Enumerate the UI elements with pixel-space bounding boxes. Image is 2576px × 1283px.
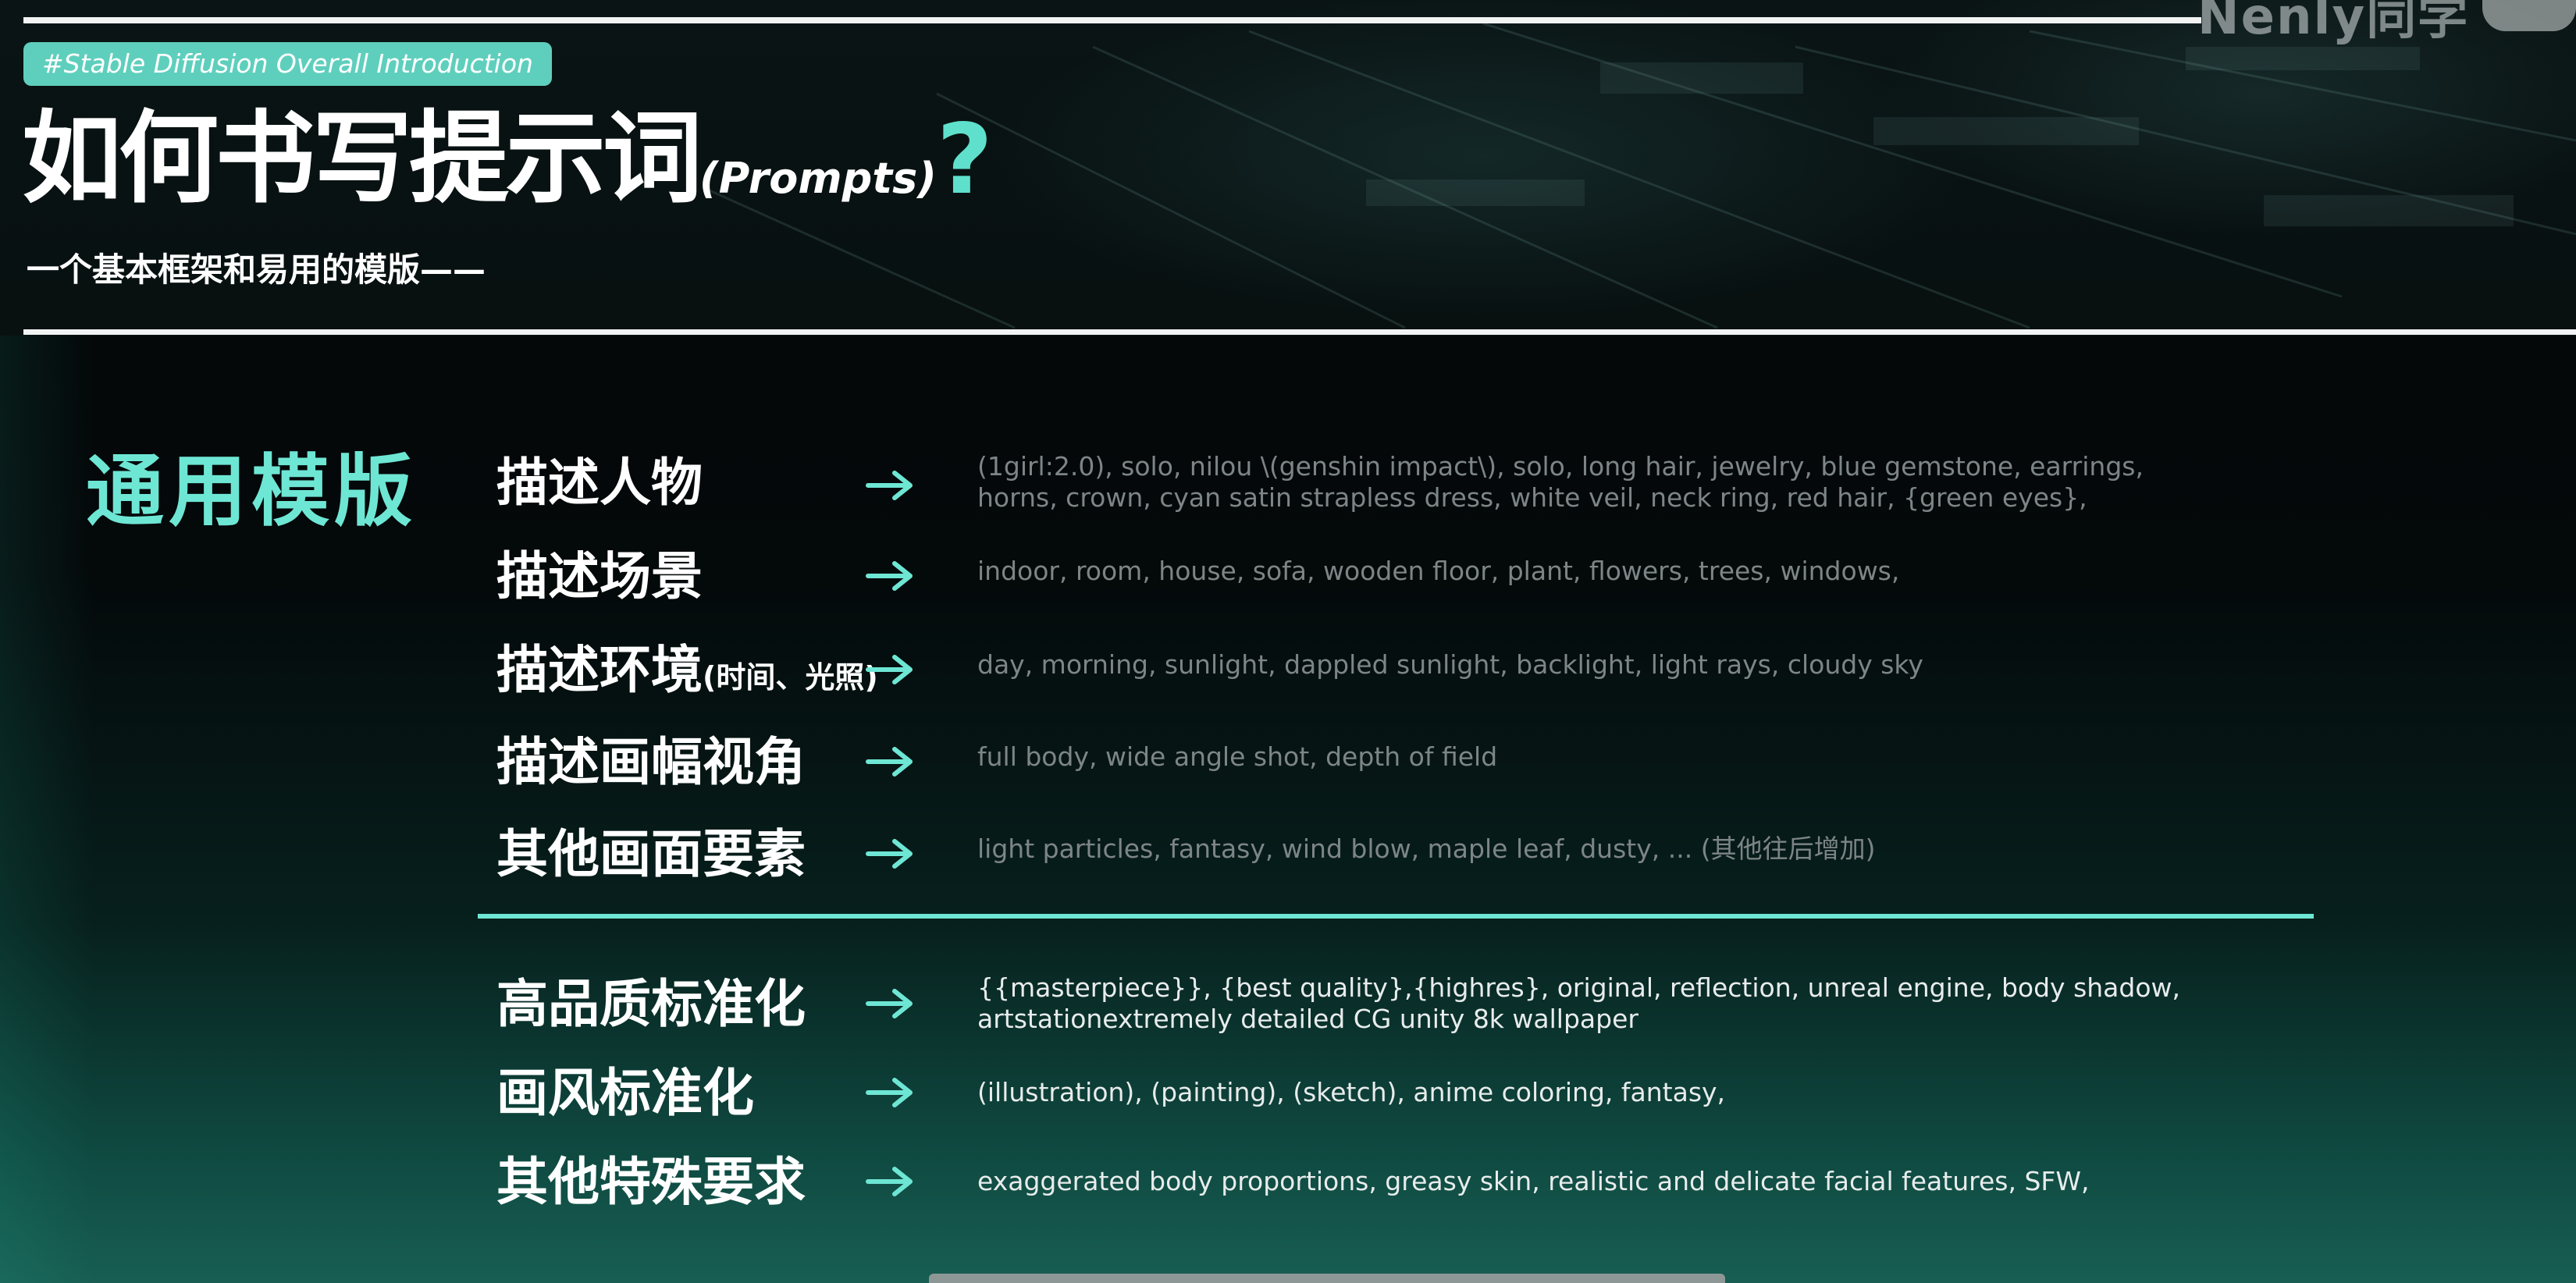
page-subtitle: 一个基本框架和易用的模版——: [27, 251, 486, 289]
title-main: 如何书写提示词: [22, 101, 703, 217]
row-prompt-text: full body, wide angle shot, depth of fie…: [977, 741, 2195, 773]
row-prompt-text: day, morning, sunlight, dappled sunlight…: [977, 649, 2195, 681]
row-label-text: 描述环境: [496, 640, 703, 700]
row-label: 描述环境(时间、光照): [496, 645, 878, 696]
arrow-right-icon: [866, 989, 913, 1018]
prompt-line: day, morning, sunlight, dappled sunlight…: [977, 649, 1923, 680]
prompt-line: (1girl:2.0), solo, nilou \(genshin impac…: [977, 451, 2144, 482]
row-prompt-text: indoor, room, house, sofa, wooden floor,…: [977, 556, 2195, 587]
row-label: 描述人物: [496, 457, 703, 509]
section-title: 通用模版: [86, 446, 417, 537]
arrow-right-icon: [866, 471, 913, 500]
section-divider: [478, 914, 2314, 919]
arrow-right-icon: [866, 655, 913, 684]
prompt-line: artstationextremely detailed CG unity 8k…: [977, 1004, 1638, 1034]
row-label-text: 描述场景: [496, 546, 703, 606]
prompt-line: indoor, room, house, sofa, wooden floor,…: [977, 556, 1900, 586]
arrow-right-icon: [866, 1078, 913, 1107]
arrow-right-icon: [866, 747, 913, 777]
watermark-text: Nenly同学: [2197, 0, 2470, 46]
row-label: 高品质标准化: [496, 979, 806, 1030]
prompt-line: light particles, fantasy, wind blow, map…: [977, 833, 1876, 864]
prompt-line: exaggerated body proportions, greasy ski…: [977, 1166, 2090, 1196]
header-rule: [23, 329, 2576, 335]
prompt-line: horns, crown, cyan satin strapless dress…: [977, 482, 2087, 513]
row-label: 描述画幅视角: [496, 737, 806, 788]
row-label-text: 其他画面要素: [496, 824, 806, 884]
title-question-mark: ?: [936, 104, 993, 216]
row-prompt-text: {{masterpiece}}, {best quality},{highres…: [977, 972, 2195, 1035]
row-label-text: 描述人物: [496, 453, 703, 513]
row-prompt-text: light particles, fantasy, wind blow, map…: [977, 833, 2195, 865]
row-label: 画风标准化: [496, 1068, 754, 1119]
slide: Nenly同学 #Stable Diffusion Overall Introd…: [0, 0, 2576, 1283]
prompt-line: (illustration), (painting), (sketch), an…: [977, 1077, 1726, 1107]
title-paren: (Prompts): [699, 154, 937, 203]
row-prompt-text: exaggerated body proportions, greasy ski…: [977, 1166, 2195, 1197]
row-label: 描述场景: [496, 551, 703, 602]
prompt-line: full body, wide angle shot, depth of fie…: [977, 741, 1498, 772]
left-glow: [0, 336, 94, 1283]
hashtag-badge: #Stable Diffusion Overall Introduction: [23, 42, 552, 86]
row-label: 其他画面要素: [496, 829, 806, 880]
arrow-right-icon: [866, 839, 913, 869]
row-label-text: 其他特殊要求: [496, 1152, 806, 1212]
row-label: 其他特殊要求: [496, 1157, 806, 1208]
prompt-line: {{masterpiece}}, {best quality},{highres…: [977, 972, 2181, 1003]
top-rule: [23, 17, 2201, 23]
row-prompt-text: (illustration), (painting), (sketch), an…: [977, 1077, 2195, 1108]
row-label-note: (时间、光照): [703, 660, 878, 695]
row-label-text: 描述画幅视角: [496, 732, 806, 792]
video-progress-bar[interactable]: [929, 1274, 1725, 1283]
row-prompt-text: (1girl:2.0), solo, nilou \(genshin impac…: [977, 451, 2195, 514]
arrow-right-icon: [866, 561, 913, 591]
bilibili-logo-icon: [2482, 0, 2576, 31]
row-label-text: 高品质标准化: [496, 974, 806, 1034]
page-title: 如何书写提示词(Prompts)?: [22, 109, 993, 209]
arrow-right-icon: [866, 1167, 913, 1196]
row-label-text: 画风标准化: [496, 1063, 754, 1123]
